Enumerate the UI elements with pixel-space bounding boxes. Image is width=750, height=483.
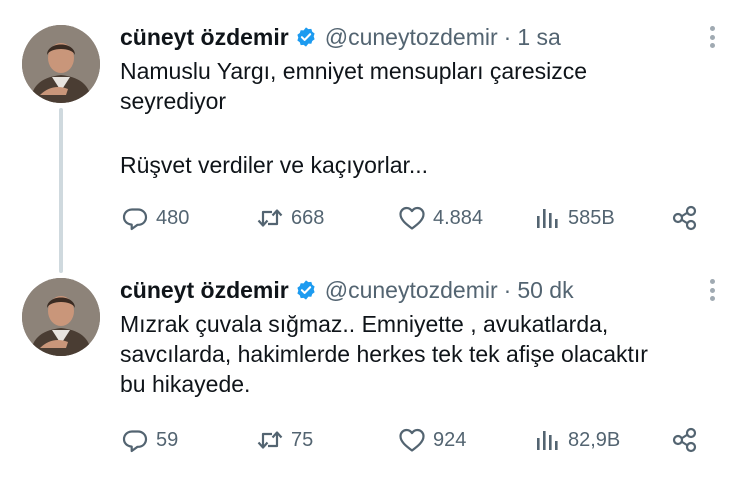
separator-dot: · [503, 23, 512, 50]
tweet[interactable]: cüneyt özdemir @cuneytozdemir · 1 sa Nam… [0, 0, 750, 273]
reply-count: 480 [156, 206, 190, 229]
heart-icon [399, 206, 425, 230]
views-button[interactable]: 585B [532, 200, 615, 236]
retweet-icon [257, 209, 283, 227]
reply-icon [122, 208, 148, 231]
like-count: 4.884 [433, 206, 484, 229]
more-icon[interactable] [700, 275, 724, 305]
tweet-text-line: seyrediyor [120, 88, 227, 114]
verified-badge-icon [297, 280, 315, 300]
tweet-text: Namuslu Yargı, emniyet mensupları çaresi… [120, 56, 710, 180]
author-name[interactable]: cüneyt özdemir [120, 277, 289, 304]
views-icon [537, 431, 558, 450]
views-count: 585B [568, 206, 615, 229]
tweet-text-line: Namuslu Yargı, emniyet mensupları çaresi… [120, 58, 588, 84]
reply-icon [122, 430, 148, 453]
views-button[interactable]: 82,9B [532, 422, 620, 458]
tweet-actions: 59 75 924 82,9B [0, 422, 750, 458]
share-button[interactable] [670, 200, 700, 236]
like-button[interactable]: 924 [397, 422, 466, 458]
author-handle[interactable]: @cuneytozdemir [325, 24, 498, 51]
reply-count: 59 [156, 428, 179, 451]
tweet-header: cüneyt özdemir @cuneytozdemir · 1 sa [120, 20, 561, 54]
tweet-actions: 480 668 4.884 585B [0, 200, 750, 236]
retweet-button[interactable]: 75 [255, 422, 313, 458]
reply-button[interactable]: 480 [120, 200, 189, 236]
tweet-header: cüneyt özdemir @cuneytozdemir · 50 dk [120, 273, 574, 307]
tweet-text-line: Rüşvet verdiler ve kaçıyorlar... [120, 152, 429, 178]
views-icon [537, 209, 558, 228]
share-icon [672, 205, 697, 231]
avatar[interactable] [22, 278, 100, 356]
avatar[interactable] [22, 25, 100, 103]
avatar-image [22, 278, 100, 356]
tweet-text-line: Mızrak çuvala sığmaz.. Emniyette , avuka… [120, 311, 609, 337]
tweet-time[interactable]: 50 dk [517, 277, 573, 304]
thread-line [59, 108, 63, 273]
separator-dot: · [503, 276, 512, 303]
author-handle[interactable]: @cuneytozdemir [325, 277, 498, 304]
reply-button[interactable]: 59 [120, 422, 178, 458]
verified-badge-icon [297, 27, 315, 47]
tweet-text-line: savcılarda, hakimlerde herkes tek tek af… [120, 341, 648, 367]
heart-icon [399, 428, 425, 452]
retweet-count: 75 [291, 428, 314, 451]
views-count: 82,9B [568, 428, 621, 451]
more-icon[interactable] [700, 22, 724, 52]
tweet[interactable]: cüneyt özdemir @cuneytozdemir · 50 dk Mı… [0, 262, 750, 483]
retweet-count: 668 [291, 206, 325, 229]
tweet-time[interactable]: 1 sa [517, 24, 560, 51]
tweet-text: Mızrak çuvala sığmaz.. Emniyette , avuka… [120, 309, 710, 399]
author-name[interactable]: cüneyt özdemir [120, 24, 289, 51]
share-icon [672, 427, 697, 453]
like-button[interactable]: 4.884 [397, 200, 483, 236]
tweet-text-line: bu hikayede. [120, 371, 251, 397]
share-button[interactable] [670, 422, 700, 458]
retweet-icon [257, 431, 283, 449]
avatar-image [22, 25, 100, 103]
like-count: 924 [433, 428, 467, 451]
retweet-button[interactable]: 668 [255, 200, 324, 236]
